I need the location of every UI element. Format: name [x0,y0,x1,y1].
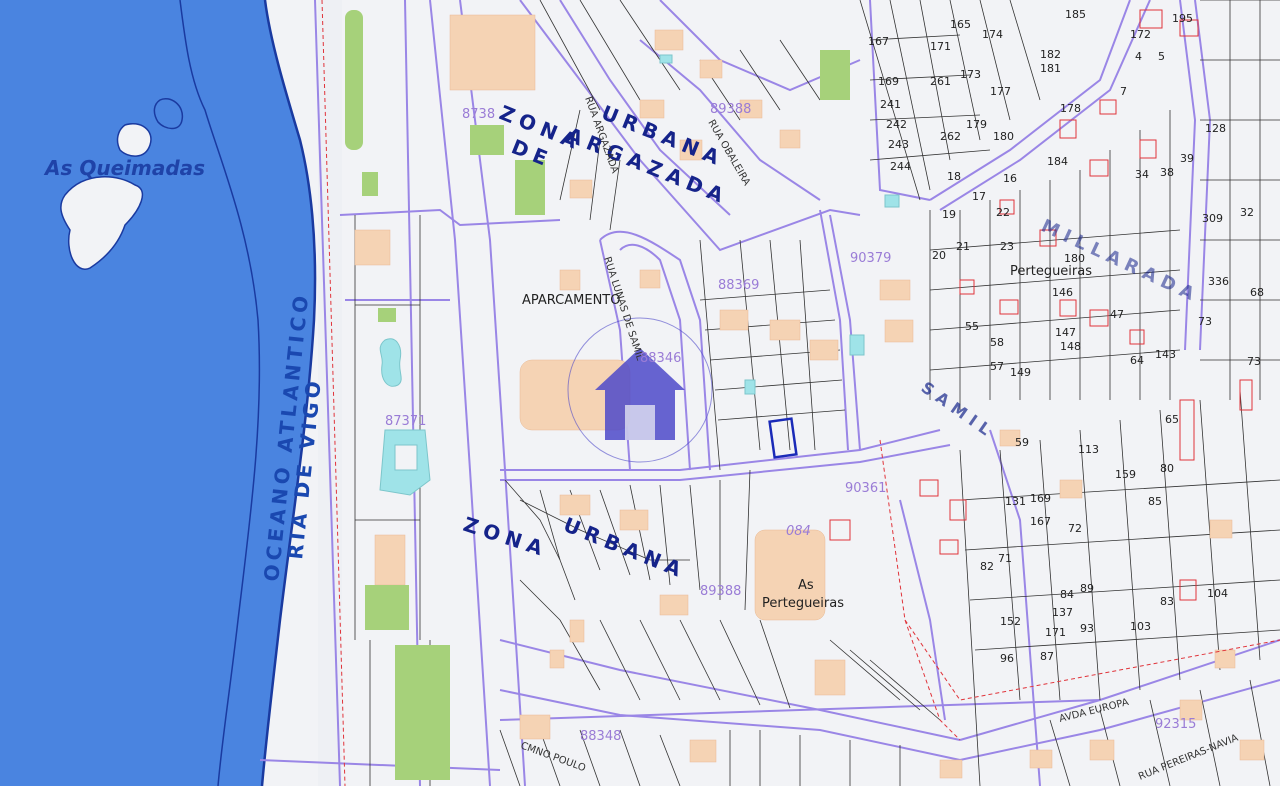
parcel-number: 137 [1052,606,1073,619]
parcel-number: 84 [1060,588,1074,601]
parking-label: APARCAMENTO [522,293,620,308]
parcel-number: 68 [1250,286,1264,299]
parcel-number: 167 [868,35,889,48]
parcel-number: 173 [960,68,981,81]
parcel-number: 169 [1030,492,1051,505]
parcel-number: 34 [1135,168,1149,181]
plan-number: 87371 [385,414,426,429]
parcel-number: 241 [880,98,901,111]
parcel-number: 262 [940,130,961,143]
parcel-number: 82 [980,560,994,573]
pertegueiras-small-label: Pertegueiras [1010,264,1092,279]
parcel-number: 96 [1000,652,1014,665]
plan-number: 88348 [580,729,621,744]
parcel-number: 73 [1247,355,1261,368]
plan-number: 89388 [700,584,741,599]
parcel-number: 128 [1205,122,1226,135]
parcel-number: 149 [1010,366,1031,379]
parcel-number: 58 [990,336,1004,349]
parcel-number: 59 [1015,436,1029,449]
parcel-number: 336 [1208,275,1229,288]
parcel-number: 57 [990,360,1004,373]
plan-number: 90361 [845,481,886,496]
parcel-number: 185 [1065,8,1086,21]
cadastral-map[interactable]: As Queimadas OCEANO ATLANTICO RIA DE VIG… [0,0,1280,786]
parcel-number: 19 [942,208,956,221]
sea-area [0,0,316,786]
parcel-number: 83 [1160,595,1174,608]
plan-number: 90379 [850,251,891,266]
parcel-number: 178 [1060,102,1081,115]
parcel-number: 171 [1045,626,1066,639]
parcel-number: 21 [956,240,970,253]
plan-number: 084 [786,524,811,539]
parcel-number: 65 [1165,413,1179,426]
parcel-number: 180 [993,130,1014,143]
plan-number: 88369 [718,278,759,293]
plan-number: 92315 [1155,717,1196,732]
parcel-number: 38 [1160,166,1174,179]
pertegueiras-label-1: As [798,578,814,593]
parcel-number: 182 [1040,48,1061,61]
parcel-number: 32 [1240,206,1254,219]
parcel-number: 179 [966,118,987,131]
parcel-number: 147 [1055,326,1076,339]
parcel-number: 184 [1047,155,1068,168]
parcel-number: 152 [1000,615,1021,628]
parcel-number: 148 [1060,340,1081,353]
pertegueiras-label-2: Pertegueiras [762,596,844,611]
parcel-number: 165 [950,18,971,31]
plan-number: 89388 [710,102,751,117]
island-label: As Queimadas [43,156,205,180]
parcel-number: 4 [1135,50,1142,63]
parcel-number: 181 [1040,62,1061,75]
plan-number: 88346 [640,351,681,366]
parcel-number: 71 [998,552,1012,565]
plan-number: 8738 [462,107,495,122]
parcel-number: 64 [1130,354,1144,367]
parcel-number: 131 [1005,495,1026,508]
parcel-number: 243 [888,138,909,151]
parcel-number: 172 [1130,28,1151,41]
parcel-number: 5 [1158,50,1165,63]
parcel-number: 23 [1000,240,1014,253]
parcel-number: 174 [982,28,1003,41]
parcel-number: 261 [930,75,951,88]
parcel-number: 113 [1078,443,1099,456]
parcel-number: 47 [1110,308,1124,321]
parcel-number: 195 [1172,12,1193,25]
parcel-number: 180 [1064,252,1085,265]
parcel-number: 73 [1198,315,1212,328]
parcel-number: 17 [972,190,986,203]
parcel-number: 177 [990,85,1011,98]
parcel-number: 171 [930,40,951,53]
parcel-number: 242 [886,118,907,131]
parcel-number: 55 [965,320,979,333]
island-rocks [116,123,152,157]
parcel-number: 7 [1120,85,1127,98]
parcel-number: 39 [1180,152,1194,165]
parcel-number: 85 [1148,495,1162,508]
parcel-number: 104 [1207,587,1228,600]
parcel-number: 159 [1115,468,1136,481]
parcel-number: 103 [1130,620,1151,633]
parcel-number: 93 [1080,622,1094,635]
parcel-number: 309 [1202,212,1223,225]
parcel-number: 89 [1080,582,1094,595]
parcel-number: 18 [947,170,961,183]
parcel-number: 87 [1040,650,1054,663]
parcel-number: 146 [1052,286,1073,299]
parcel-number: 167 [1030,515,1051,528]
parcel-number: 169 [878,75,899,88]
parcel-number: 22 [996,206,1010,219]
parcel-number: 16 [1003,172,1017,185]
parcel-number: 72 [1068,522,1082,535]
parcel-number: 244 [890,160,911,173]
parcel-number: 20 [932,249,946,262]
parcel-number: 80 [1160,462,1174,475]
parcel-number: 143 [1155,348,1176,361]
